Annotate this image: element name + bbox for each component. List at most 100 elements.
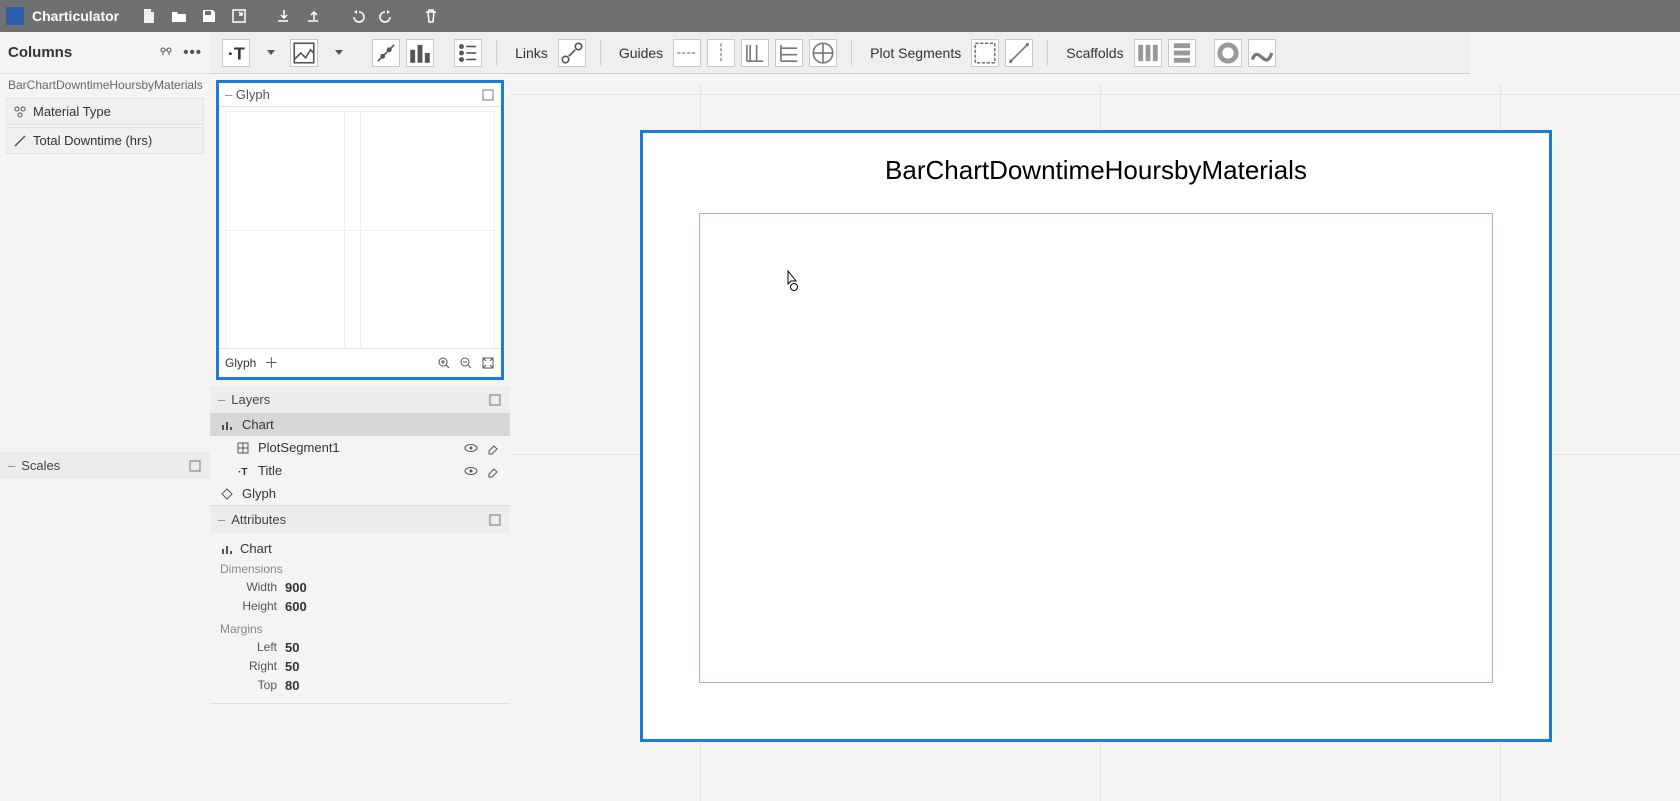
scaffold-polar-button[interactable]: [1214, 39, 1242, 67]
app-logo-icon: [6, 7, 24, 25]
margins-label: Margins: [220, 622, 500, 636]
zoom-fit-icon[interactable]: [481, 356, 495, 370]
layer-glyph[interactable]: Glyph: [210, 482, 510, 505]
import-chart-icon[interactable]: [269, 2, 297, 30]
erase-icon[interactable]: [486, 441, 500, 455]
layers-panel: –Layers Chart PlotSegment1 ·T Title: [210, 386, 510, 506]
attributes-panel: –Attributes Chart Dimensions Width900 He…: [210, 506, 510, 704]
field-material-type[interactable]: Material Type: [6, 98, 204, 125]
field-label: Material Type: [33, 104, 111, 119]
field-label: Total Downtime (hrs): [33, 133, 152, 148]
layers-header[interactable]: –Layers: [210, 386, 510, 413]
attr-height[interactable]: Height600: [220, 597, 500, 616]
glyph-canvas[interactable]: [225, 111, 495, 349]
mark-legend-button[interactable]: [454, 39, 482, 67]
attributes-object: Chart: [240, 541, 272, 556]
guide-horizontal-button[interactable]: [673, 39, 701, 67]
plotsegment-line-button[interactable]: [1005, 39, 1033, 67]
columns-panel: Columns ••• BarChartDowntimeHoursbyMater…: [0, 32, 210, 801]
scales-header[interactable]: –Scales: [0, 452, 210, 479]
add-glyph-icon[interactable]: ＋: [264, 353, 278, 373]
mark-text-dropdown[interactable]: [256, 39, 284, 67]
guide-coord-x-button[interactable]: [741, 39, 769, 67]
redo-icon[interactable]: [373, 2, 401, 30]
popout-icon[interactable]: [488, 393, 502, 407]
scaffolds-label: Scaffolds: [1062, 45, 1127, 61]
glyph-layer-icon: [220, 487, 234, 501]
export-icon[interactable]: [225, 2, 253, 30]
dimensions-label: Dimensions: [220, 562, 500, 576]
layer-label: PlotSegment1: [258, 440, 340, 455]
new-icon[interactable]: [135, 2, 163, 30]
svg-text:·T: ·T: [228, 43, 245, 63]
side-panels: – Glyph Glyph ＋ –Layers Chart: [210, 74, 510, 801]
export-chart-icon[interactable]: [299, 2, 327, 30]
columns-label: Columns: [8, 44, 72, 61]
glyph-footer-label: Glyph: [225, 356, 256, 370]
popout-icon[interactable]: [481, 88, 495, 102]
open-icon[interactable]: [165, 2, 193, 30]
visibility-icon[interactable]: [464, 464, 478, 478]
layer-title[interactable]: ·T Title: [210, 459, 510, 482]
attr-right[interactable]: Right50: [220, 657, 500, 676]
scaffold-vstack-button[interactable]: [1168, 39, 1196, 67]
links-button[interactable]: [558, 39, 586, 67]
layer-label: Glyph: [242, 486, 276, 501]
chart-icon: [220, 542, 234, 556]
attributes-title: Attributes: [231, 512, 286, 527]
plotsegment-icon: [236, 441, 250, 455]
attr-top[interactable]: Top80: [220, 676, 500, 695]
popout-icon[interactable]: [488, 513, 502, 527]
glyph-panel: – Glyph Glyph ＋: [216, 80, 504, 380]
mark-icon-dropdown[interactable]: [324, 39, 352, 67]
guide-vertical-button[interactable]: [707, 39, 735, 67]
undo-icon[interactable]: [343, 2, 371, 30]
zoom-in-icon[interactable]: [437, 356, 451, 370]
attributes-header[interactable]: –Attributes: [210, 506, 510, 533]
links-label: Links: [511, 45, 552, 61]
erase-icon[interactable]: [486, 464, 500, 478]
chart-icon: [220, 418, 234, 432]
mouse-cursor-icon: [782, 270, 800, 297]
toolstrip: Marks ·T Links Guides Plot Segments Scaf…: [0, 32, 1470, 74]
app-title: Charticulator: [32, 8, 119, 24]
attr-width[interactable]: Width900: [220, 578, 500, 597]
layers-title: Layers: [231, 392, 270, 407]
top-menu-bar: Charticulator: [0, 0, 1680, 32]
layer-label: Title: [258, 463, 282, 478]
field-total-downtime[interactable]: Total Downtime (hrs): [6, 127, 204, 154]
svg-text:·T: ·T: [238, 467, 247, 478]
visibility-icon[interactable]: [464, 441, 478, 455]
layer-plotsegment1[interactable]: PlotSegment1: [210, 436, 510, 459]
mark-dataaxis-button[interactable]: [372, 39, 400, 67]
dataset-view-icon[interactable]: [159, 46, 173, 60]
categorical-field-icon: [13, 105, 27, 119]
dataset-name: BarChartDowntimeHoursbyMaterials: [0, 74, 210, 96]
zoom-out-icon[interactable]: [459, 356, 473, 370]
columns-more-icon[interactable]: •••: [183, 44, 202, 61]
guides-label: Guides: [615, 45, 667, 61]
mark-icon-button[interactable]: [290, 39, 318, 67]
attr-left[interactable]: Left50: [220, 638, 500, 657]
mark-nestedchart-button[interactable]: [406, 39, 434, 67]
trash-icon[interactable]: [417, 2, 445, 30]
layer-label: Chart: [242, 417, 274, 432]
save-icon[interactable]: [195, 2, 223, 30]
layer-chart[interactable]: Chart: [210, 413, 510, 436]
scales-title: Scales: [21, 458, 60, 473]
guide-polar-button[interactable]: [809, 39, 837, 67]
scaffold-hstack-button[interactable]: [1134, 39, 1162, 67]
text-icon: ·T: [236, 464, 250, 478]
chart-frame[interactable]: BarChartDowntimeHoursbyMaterials: [640, 130, 1552, 742]
plot-segment[interactable]: [699, 213, 1493, 683]
chart-title[interactable]: BarChartDowntimeHoursbyMaterials: [643, 155, 1549, 186]
plotsegment-region-button[interactable]: [971, 39, 999, 67]
glyph-title: Glyph: [236, 87, 270, 102]
guide-coord-y-button[interactable]: [775, 39, 803, 67]
mark-text-button[interactable]: ·T: [222, 39, 250, 67]
columns-header: Columns •••: [0, 32, 210, 74]
plotsegments-label: Plot Segments: [866, 45, 965, 61]
popout-icon[interactable]: [188, 459, 202, 473]
scaffold-curve-button[interactable]: [1248, 39, 1276, 67]
chart-canvas[interactable]: BarChartDowntimeHoursbyMaterials: [510, 74, 1680, 801]
